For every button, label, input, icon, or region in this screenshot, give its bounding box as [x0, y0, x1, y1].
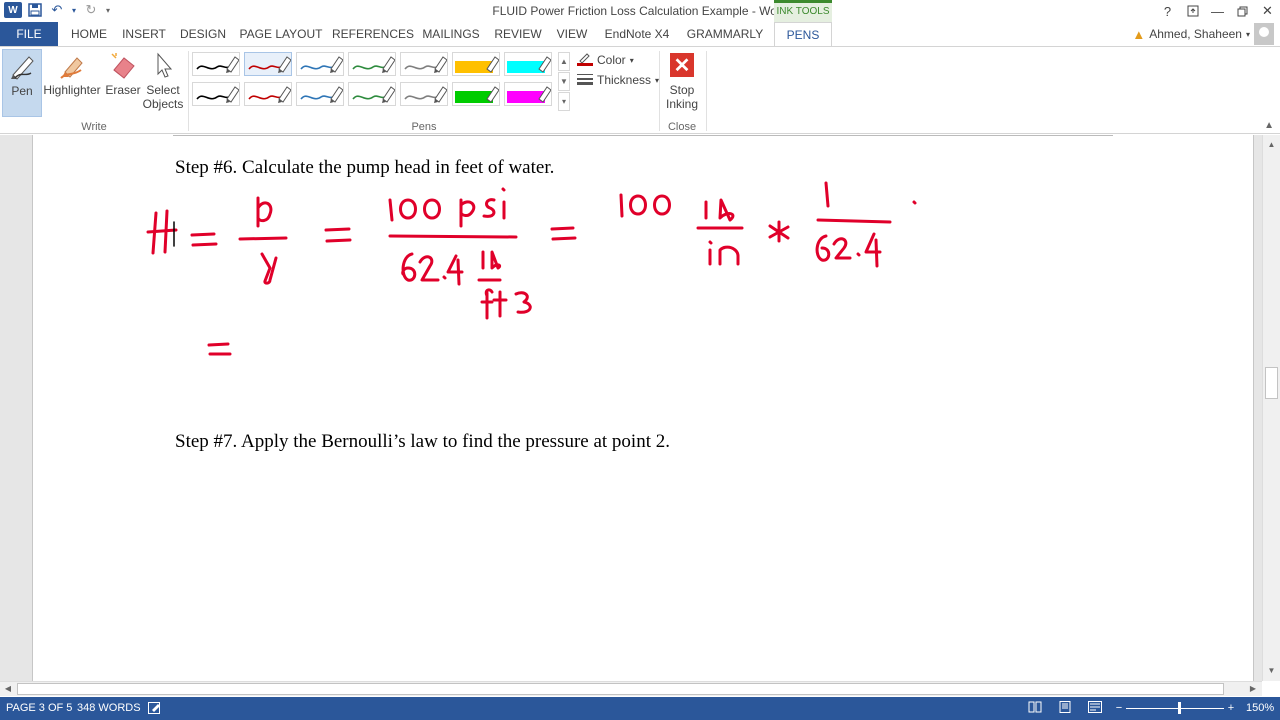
tab-review[interactable]: REVIEW	[490, 22, 546, 46]
scroll-up-arrow[interactable]: ▲	[1263, 137, 1280, 153]
group-separator	[706, 51, 707, 131]
pen-swatch[interactable]	[244, 82, 292, 106]
tab-pens[interactable]: PENS	[774, 22, 832, 47]
highlighter-swatch[interactable]	[452, 52, 500, 76]
group-separator	[188, 51, 189, 131]
color-label: Color	[597, 53, 626, 67]
window-title: FLUID Power Friction Loss Calculation Ex…	[492, 4, 788, 18]
highlighter-label: Highlighter	[43, 83, 101, 97]
pen-swatch[interactable]	[400, 82, 448, 106]
pen-swatch[interactable]	[296, 52, 344, 76]
tab-endnote[interactable]: EndNote X4	[598, 22, 676, 46]
document-area[interactable]: Step #6. Calculate the pump head in feet…	[0, 135, 1262, 681]
warning-icon: ▲	[1132, 26, 1146, 42]
scroll-down-arrow[interactable]: ▼	[1263, 663, 1280, 679]
pens-group-label: Pens	[411, 121, 437, 133]
select-objects-label-line2: Objects	[142, 97, 184, 111]
tab-references[interactable]: REFERENCES	[332, 22, 414, 46]
horizontal-scrollbar[interactable]: ◀ ▶	[0, 681, 1262, 696]
pen-swatch[interactable]	[348, 52, 396, 76]
pen-button[interactable]: Pen	[2, 49, 42, 117]
vertical-scrollbar[interactable]: ▲ ▼	[1262, 135, 1280, 681]
write-group-label: Write	[81, 121, 107, 133]
minimize-icon[interactable]: —	[1205, 0, 1230, 22]
pen-swatch[interactable]	[192, 52, 240, 76]
stop-inking-label-line2: Inking	[665, 97, 699, 111]
pen-swatch[interactable]	[244, 52, 292, 76]
pens-gallery	[192, 52, 572, 110]
tab-view[interactable]: VIEW	[552, 22, 592, 46]
group-separator	[659, 51, 660, 131]
select-objects-label-line1: Select	[146, 83, 180, 97]
stop-inking-button[interactable]: ✕ Stop Inking	[662, 49, 702, 117]
pen-swatch[interactable]	[296, 82, 344, 106]
scroll-right-arrow[interactable]: ▶	[1245, 682, 1261, 696]
highlighter-swatch[interactable]	[504, 82, 552, 106]
window-controls: ? — ✕	[1155, 0, 1280, 22]
collapse-ribbon-icon[interactable]: ▲	[1264, 120, 1274, 131]
tab-home[interactable]: HOME	[64, 22, 114, 46]
handwritten-ink-equation[interactable]	[0, 135, 1262, 681]
zoom-in-icon[interactable]: +	[1224, 701, 1238, 715]
horizontal-scroll-thumb[interactable]	[17, 683, 1224, 695]
eraser-icon	[107, 49, 139, 81]
ribbon-pens: Pen Highlighter Eraser Select Objects Wr…	[0, 46, 1280, 134]
status-bar: PAGE 3 OF 5 348 WORDS − + 150%	[0, 697, 1280, 720]
highlighter-icon	[56, 49, 88, 81]
zoom-slider-thumb[interactable]	[1178, 702, 1181, 714]
cursor-arrow-icon	[147, 49, 179, 81]
chevron-down-icon: ▾	[1245, 29, 1250, 39]
thickness-button[interactable]: Thickness ▾	[577, 71, 659, 89]
tab-design[interactable]: DESIGN	[176, 22, 230, 46]
scroll-left-arrow[interactable]: ◀	[0, 682, 16, 696]
highlighter-swatch[interactable]	[504, 52, 552, 76]
pen-icon	[6, 50, 38, 82]
color-button[interactable]: Color ▾	[577, 51, 634, 69]
pen-swatch[interactable]	[400, 52, 448, 76]
color-pen-icon	[577, 52, 593, 69]
eraser-label: Eraser	[105, 83, 141, 97]
tab-insert[interactable]: INSERT	[118, 22, 170, 46]
pen-swatch[interactable]	[192, 82, 240, 106]
chevron-down-icon: ▾	[629, 55, 634, 65]
ink-tools-contextual-header: INK TOOLS	[774, 0, 832, 22]
proofing-icon[interactable]	[148, 702, 162, 717]
close-icon[interactable]: ✕	[1255, 0, 1280, 22]
word-count[interactable]: 348 WORDS	[77, 702, 141, 714]
restore-icon[interactable]	[1230, 0, 1255, 22]
read-mode-icon[interactable]	[1028, 701, 1042, 715]
tab-mailings[interactable]: MAILINGS	[418, 22, 484, 46]
ribbon-tabs: FILE HOME INSERT DESIGN PAGE LAYOUT REFE…	[0, 22, 1280, 47]
vertical-scroll-thumb[interactable]	[1265, 367, 1278, 399]
print-layout-icon[interactable]	[1058, 701, 1072, 715]
pen-label: Pen	[11, 84, 33, 98]
stop-inking-label-line1: Stop	[669, 83, 695, 97]
gallery-scroll-down[interactable]: ▼	[558, 72, 570, 91]
eraser-button[interactable]: Eraser	[104, 49, 142, 117]
gallery-scroll-up[interactable]: ▲	[558, 52, 570, 71]
zoom-out-icon[interactable]: −	[1112, 701, 1126, 715]
avatar	[1254, 23, 1274, 45]
close-x-icon: ✕	[670, 53, 694, 77]
web-layout-icon[interactable]	[1088, 701, 1102, 715]
close-group-label: Close	[667, 121, 697, 133]
zoom-slider[interactable]	[1126, 708, 1224, 709]
tab-page-layout[interactable]: PAGE LAYOUT	[236, 22, 326, 46]
ribbon-display-options-icon[interactable]	[1180, 0, 1205, 22]
thickness-icon	[577, 72, 593, 89]
page-count[interactable]: PAGE 3 OF 5	[6, 702, 72, 714]
tab-file[interactable]: FILE	[0, 22, 58, 46]
user-name: Ahmed, Shaheen	[1149, 27, 1242, 41]
select-objects-button[interactable]: Select Objects	[142, 49, 184, 117]
highlighter-swatch[interactable]	[452, 82, 500, 106]
highlighter-button[interactable]: Highlighter	[43, 49, 101, 117]
user-account[interactable]: ▲ Ahmed, Shaheen ▾	[1132, 22, 1274, 46]
help-icon[interactable]: ?	[1155, 0, 1180, 22]
pen-swatch[interactable]	[348, 82, 396, 106]
gallery-more[interactable]: ▾	[558, 92, 570, 111]
thickness-label: Thickness	[597, 73, 652, 87]
title-bar: W ↶ ▾ ↻ ▾ FLUID Power Friction Loss Calc…	[0, 0, 1280, 22]
tab-grammarly[interactable]: GRAMMARLY	[682, 22, 768, 46]
zoom-level[interactable]: 150%	[1246, 702, 1274, 714]
